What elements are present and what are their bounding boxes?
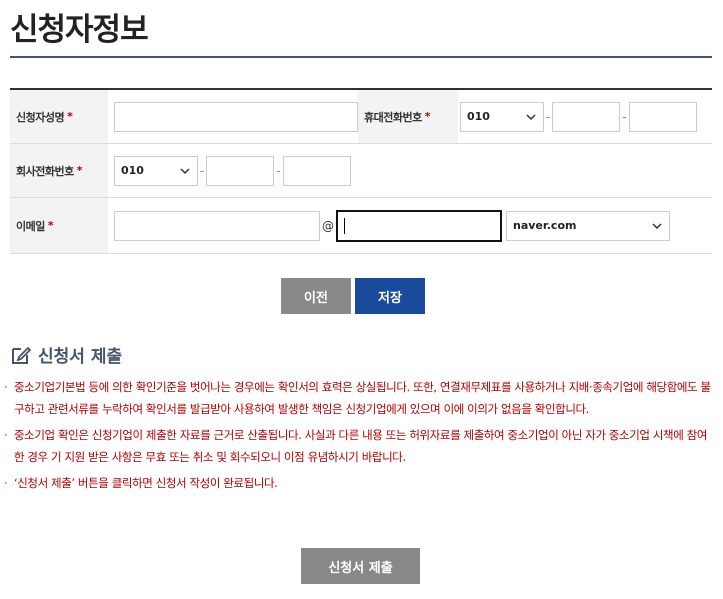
notice-text: 중소기업 확인은 신청기업이 제출한 자료를 근거로 산출됩니다. 사실과 다른… <box>14 428 708 464</box>
required-mark: * <box>67 110 73 123</box>
bullet: · <box>4 380 8 394</box>
name-cell <box>108 90 358 143</box>
save-button[interactable]: 저장 <box>355 278 425 314</box>
bullet: · <box>4 476 8 490</box>
edit-icon <box>12 346 32 364</box>
company-phone-label-cell: 회사전화번호 * <box>10 144 108 197</box>
dash-separator: - <box>276 163 281 178</box>
notice-text: ‘신청서 제출’ 버튼을 클릭하면 신청서 작성이 완료됩니다. <box>14 476 278 490</box>
title-divider <box>10 56 712 58</box>
company-middle-input[interactable] <box>206 155 275 186</box>
email-id-input[interactable] <box>114 210 320 241</box>
mobile-last-input[interactable] <box>628 101 697 132</box>
required-mark: * <box>47 219 54 232</box>
form-row-company-phone: 회사전화번호 * 010 - - <box>10 144 712 198</box>
mobile-prefix-value: 010 <box>467 110 490 123</box>
mobile-label-cell: 휴대전화번호 * <box>358 90 458 143</box>
mobile-middle-input[interactable] <box>552 101 621 132</box>
section-title-text: 신청서 제출 <box>38 347 123 367</box>
email-domain-value: naver.com <box>513 219 577 232</box>
form-row-email: 이메일 * @ naver.com <box>10 198 712 254</box>
email-label-cell: 이메일 * <box>10 198 108 253</box>
mobile-cell: 010 - - <box>458 90 697 143</box>
email-domain-select[interactable]: naver.com <box>506 210 670 241</box>
company-last-input[interactable] <box>282 155 351 186</box>
mobile-label: 휴대전화번호 <box>364 110 422 124</box>
at-sign: @ <box>322 218 334 233</box>
chevron-down-icon <box>526 113 536 120</box>
form-actions: 이전 저장 <box>0 278 723 314</box>
notice-item: · 중소기업기본법 등에 의한 확인기준을 벗어나는 경우에는 확인서의 효력은… <box>4 376 716 420</box>
company-phone-label: 회사전화번호 <box>16 164 74 178</box>
submit-application-button[interactable]: 신청서 제출 <box>301 548 420 584</box>
company-phone-cell: 010 - - <box>108 144 351 197</box>
bullet: · <box>4 428 8 442</box>
notice-list: · 중소기업기본법 등에 의한 확인기준을 벗어나는 경우에는 확인서의 효력은… <box>4 376 716 498</box>
mobile-prefix-select[interactable]: 010 <box>460 101 544 132</box>
applicant-name-input[interactable] <box>114 101 358 132</box>
email-label: 이메일 <box>16 219 45 233</box>
chevron-down-icon <box>652 222 662 229</box>
form-row-name-mobile: 신청자성명 * 휴대전화번호 * 010 - - <box>10 90 712 144</box>
section-title: 신청서 제출 <box>10 342 122 367</box>
dash-separator: - <box>200 163 205 178</box>
company-prefix-value: 010 <box>121 164 144 177</box>
text-caret <box>344 217 345 234</box>
prev-button[interactable]: 이전 <box>281 278 351 314</box>
name-label-cell: 신청자성명 * <box>10 90 108 143</box>
chevron-down-icon <box>180 167 190 174</box>
email-cell: @ naver.com <box>108 198 670 253</box>
page-title: 신청자정보 <box>10 12 149 48</box>
required-mark: * <box>76 164 83 177</box>
email-domain-input[interactable] <box>336 209 502 242</box>
notice-item: · ‘신청서 제출’ 버튼을 클릭하면 신청서 작성이 완료됩니다. <box>4 472 716 494</box>
dash-separator: - <box>622 109 627 124</box>
applicant-form: 신청자성명 * 휴대전화번호 * 010 - - 회사전화번호 * 010 - … <box>10 88 712 254</box>
notice-text: 중소기업기본법 등에 의한 확인기준을 벗어나는 경우에는 확인서의 효력은 상… <box>14 380 711 416</box>
notice-item: · 중소기업 확인은 신청기업이 제출한 자료를 근거로 산출됩니다. 사실과 … <box>4 424 716 468</box>
dash-separator: - <box>546 109 551 124</box>
name-label: 신청자성명 <box>16 110 65 124</box>
required-mark: * <box>424 110 431 123</box>
company-prefix-select[interactable]: 010 <box>114 155 198 186</box>
